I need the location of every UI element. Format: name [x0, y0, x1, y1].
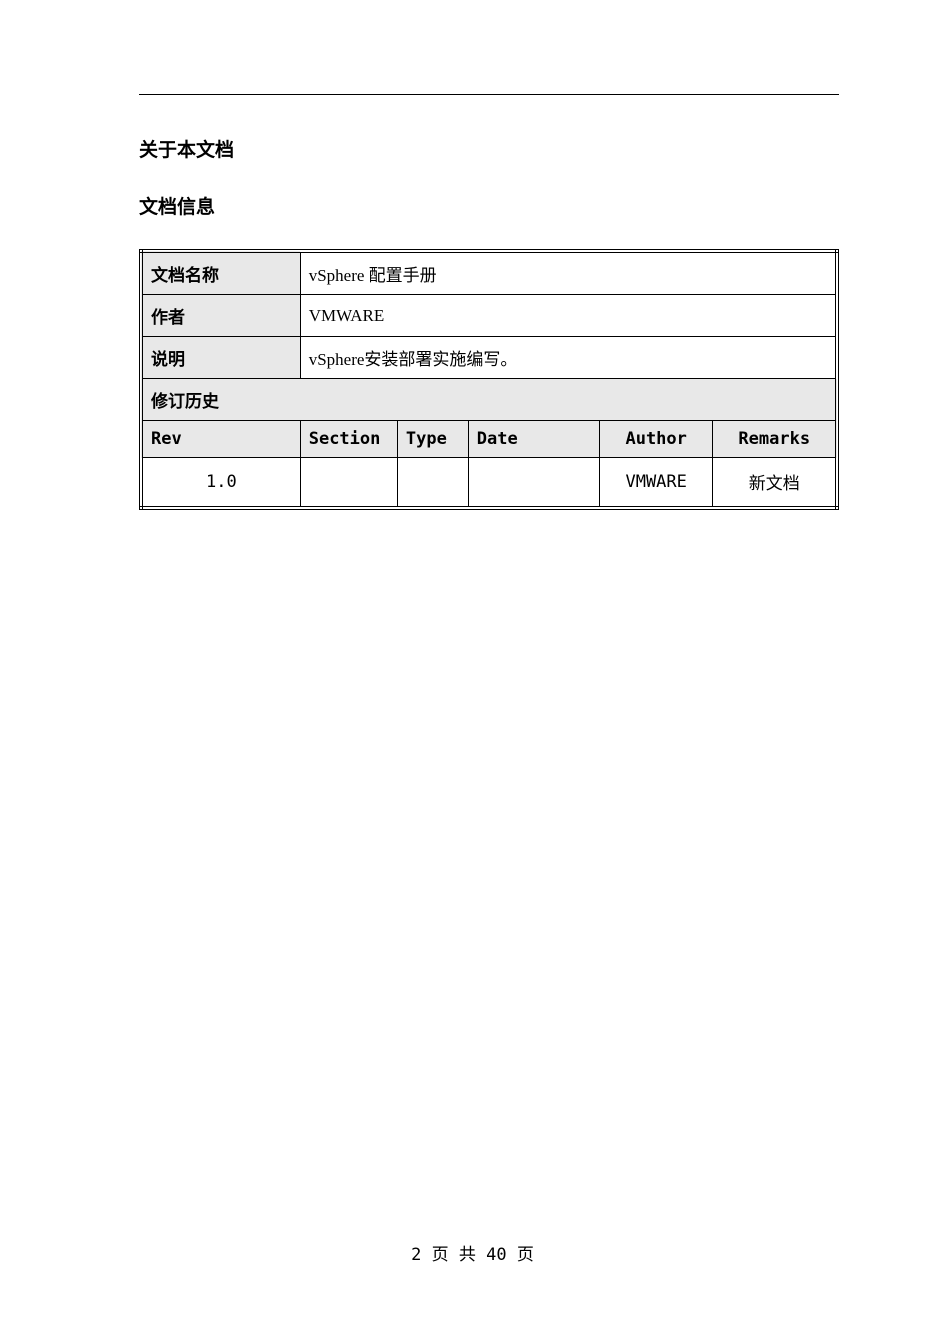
cell-rev: 1.0 — [141, 458, 300, 508]
revision-history-header: 修订历史 — [141, 379, 837, 421]
header-rule — [139, 94, 839, 95]
col-section: Section — [300, 421, 397, 458]
author-value: VMWARE — [300, 295, 837, 337]
cell-date — [468, 458, 599, 508]
col-remarks: Remarks — [713, 421, 837, 458]
author-label: 作者 — [141, 295, 300, 337]
col-date: Date — [468, 421, 599, 458]
table-row: 说明 vSphere安装部署实施编写。 — [141, 337, 837, 379]
cell-remarks: 新文档 — [713, 458, 837, 508]
about-heading: 关于本文档 — [139, 135, 839, 162]
page-footer: 2 页 共 40 页 — [0, 1240, 945, 1265]
table-row: 修订历史 — [141, 379, 837, 421]
col-type: Type — [397, 421, 468, 458]
docinfo-heading: 文档信息 — [139, 192, 839, 219]
table-row: 1.0 VMWARE 新文档 — [141, 458, 837, 508]
doc-name-label: 文档名称 — [141, 251, 300, 295]
content-area: 关于本文档 文档信息 文档名称 vSphere 配置手册 作者 VMWARE 说… — [139, 94, 839, 510]
col-author: Author — [599, 421, 713, 458]
desc-value: vSphere安装部署实施编写。 — [300, 337, 837, 379]
table-row: Rev Section Type Date Author Remarks — [141, 421, 837, 458]
table-row: 文档名称 vSphere 配置手册 — [141, 251, 837, 295]
cell-author: VMWARE — [599, 458, 713, 508]
cell-type — [397, 458, 468, 508]
doc-name-value: vSphere 配置手册 — [300, 251, 837, 295]
document-info-table: 文档名称 vSphere 配置手册 作者 VMWARE 说明 vSphere安装… — [139, 249, 839, 510]
desc-label: 说明 — [141, 337, 300, 379]
document-page: 关于本文档 文档信息 文档名称 vSphere 配置手册 作者 VMWARE 说… — [0, 0, 945, 1337]
table-row: 作者 VMWARE — [141, 295, 837, 337]
cell-section — [300, 458, 397, 508]
col-rev: Rev — [141, 421, 300, 458]
